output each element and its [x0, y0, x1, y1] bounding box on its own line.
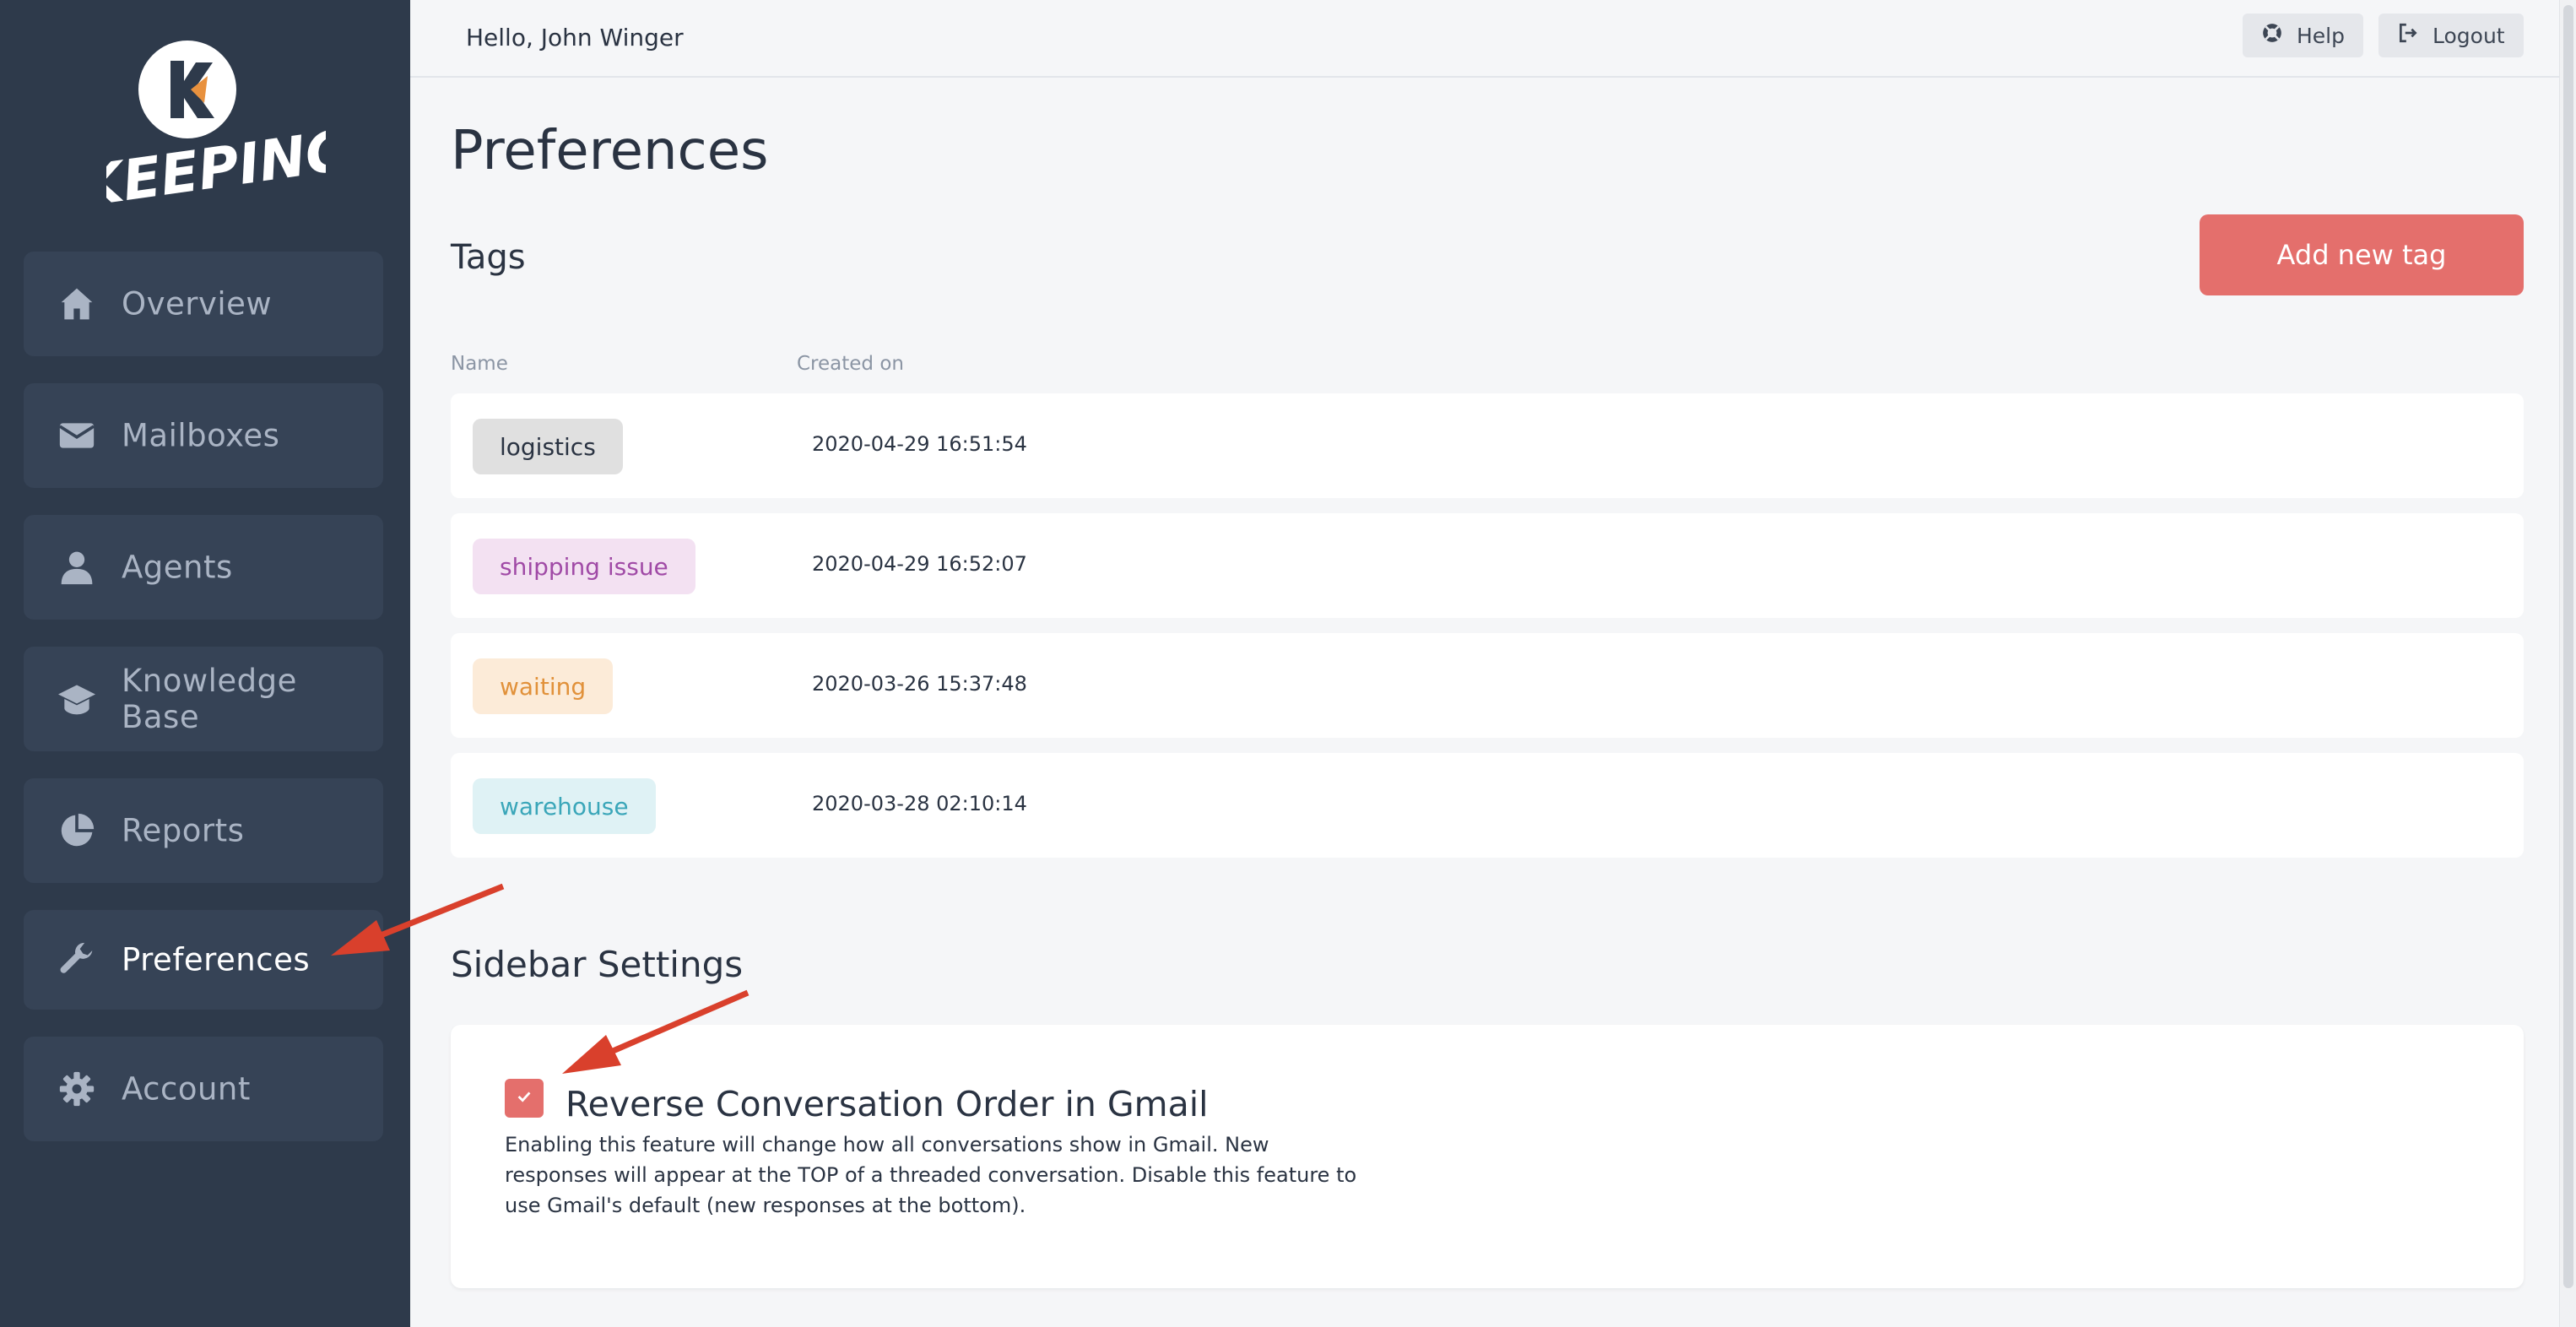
sidebar-item-label: Overview	[122, 285, 273, 322]
sidebar-item-mailboxes[interactable]: Mailboxes	[24, 383, 383, 488]
sidebar-item-knowledge-base[interactable]: Knowledge Base	[24, 647, 383, 751]
tags-section-title: Tags	[451, 238, 526, 277]
sidebar: KEEPING Overview Mailboxes Agents Knowle…	[0, 0, 410, 1327]
sidebar-item-label: Agents	[122, 549, 233, 586]
user-icon	[56, 546, 98, 588]
table-row[interactable]: logistics 2020-04-29 16:51:54	[451, 393, 2524, 498]
table-row[interactable]: shipping issue 2020-04-29 16:52:07	[451, 513, 2524, 618]
svg-text:KEEPING: KEEPING	[106, 117, 326, 206]
tag-created-date: 2020-04-29 16:52:07	[812, 552, 1027, 576]
page-title: Preferences	[451, 120, 769, 182]
reverse-order-checkbox[interactable]	[505, 1079, 544, 1118]
sidebar-item-account[interactable]: Account	[24, 1037, 383, 1141]
sidebar-settings-card: Reverse Conversation Order in Gmail Enab…	[451, 1025, 2524, 1288]
table-row[interactable]: waiting 2020-03-26 15:37:48	[451, 633, 2524, 738]
logout-icon	[2397, 22, 2433, 49]
tag-created-date: 2020-04-29 16:51:54	[812, 432, 1027, 456]
sidebar-item-label: Preferences	[122, 941, 311, 978]
envelope-icon	[56, 414, 98, 457]
sidebar-item-label: Reports	[122, 812, 245, 849]
graduation-cap-icon	[56, 678, 98, 720]
home-icon	[56, 283, 98, 325]
reverse-order-label[interactable]: Reverse Conversation Order in Gmail	[566, 1084, 1209, 1124]
logout-label: Logout	[2433, 23, 2505, 48]
sidebar-item-label: Account	[122, 1070, 251, 1108]
keeping-logo[interactable]: KEEPING	[76, 37, 355, 219]
add-new-tag-button[interactable]: Add new tag	[2200, 214, 2524, 295]
reverse-order-description: Enabling this feature will change how al…	[505, 1133, 1357, 1217]
lifebuoy-icon	[2261, 22, 2297, 49]
top-bar: Hello, John Winger Help Logout	[410, 0, 2559, 78]
sidebar-item-agents[interactable]: Agents	[24, 515, 383, 620]
sidebar-settings-title: Sidebar Settings	[451, 944, 744, 985]
sidebar-item-label: Mailboxes	[122, 417, 280, 454]
logout-button[interactable]: Logout	[2378, 14, 2524, 57]
tag-pill[interactable]: waiting	[473, 658, 614, 714]
column-header-name: Name	[451, 353, 508, 375]
column-header-created-on: Created on	[797, 353, 904, 375]
sidebar-item-preferences[interactable]: Preferences	[24, 910, 383, 1010]
table-row[interactable]: warehouse 2020-03-28 02:10:14	[451, 753, 2524, 858]
scrollbar-thumb[interactable]	[2563, 5, 2573, 1288]
tag-created-date: 2020-03-26 15:37:48	[812, 672, 1027, 696]
sidebar-item-reports[interactable]: Reports	[24, 778, 383, 883]
pie-chart-icon	[56, 810, 98, 852]
wrench-icon	[56, 939, 98, 981]
page-scrollbar[interactable]	[2559, 0, 2576, 1327]
sidebar-item-label: Knowledge Base	[122, 663, 297, 735]
tag-pill[interactable]: shipping issue	[473, 539, 695, 594]
tag-pill[interactable]: logistics	[473, 419, 623, 474]
tag-pill[interactable]: warehouse	[473, 778, 656, 834]
sidebar-item-overview[interactable]: Overview	[24, 252, 383, 356]
help-button[interactable]: Help	[2243, 14, 2363, 57]
help-label: Help	[2297, 23, 2345, 48]
tag-created-date: 2020-03-28 02:10:14	[812, 792, 1027, 815]
gear-icon	[56, 1068, 98, 1110]
user-greeting: Hello, John Winger	[466, 24, 684, 51]
checkmark-icon	[515, 1087, 533, 1109]
